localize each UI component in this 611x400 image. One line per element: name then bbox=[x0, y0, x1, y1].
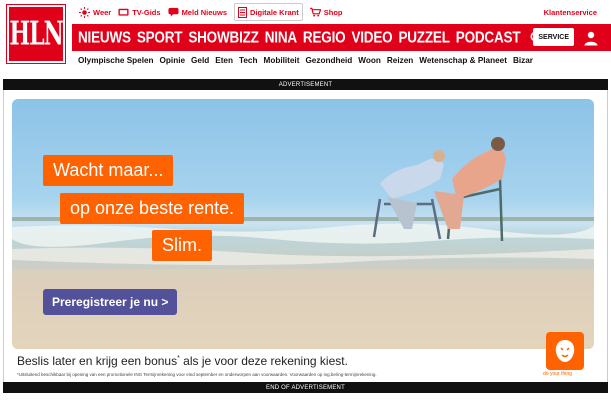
topbar-digitale-krant[interactable]: Digitale Krant bbox=[234, 3, 303, 21]
ad-headline-part-a: Beslis later en krijg een bonus bbox=[17, 354, 178, 368]
topbar-weer[interactable]: Weer bbox=[79, 0, 111, 24]
hln-logo[interactable]: HLN bbox=[7, 5, 65, 63]
topbar-tv-gids[interactable]: TV-Gids bbox=[118, 0, 161, 24]
ad-disclaimer: *Uitsluitend beschikbaar bij opening van… bbox=[17, 372, 377, 377]
chat-icon bbox=[168, 7, 179, 17]
ing-tagline: do your thing bbox=[543, 371, 572, 377]
subnav-bizar[interactable]: Bizar bbox=[513, 56, 533, 65]
nav-item-video[interactable]: VIDEO bbox=[351, 29, 392, 46]
subnav-wetenschap-planeet[interactable]: Wetenschap & Planeet bbox=[419, 56, 507, 65]
nav-item-podcast[interactable]: PODCAST bbox=[456, 29, 521, 46]
lion-icon bbox=[555, 340, 575, 362]
user-icon[interactable] bbox=[583, 30, 599, 46]
advertisement-label: ADVERTISEMENT bbox=[3, 79, 608, 90]
klantenservice-link[interactable]: Klantenservice bbox=[544, 0, 597, 24]
service-button[interactable]: SERVICE bbox=[533, 28, 574, 46]
subnav-olympische-spelen[interactable]: Olympische Spelen bbox=[78, 56, 154, 65]
topbar-tv-gids-label: TV-Gids bbox=[132, 7, 161, 17]
topbar-meld-nieuws-label: Meld Nieuws bbox=[181, 7, 227, 17]
subnav-woon[interactable]: Woon bbox=[358, 56, 381, 65]
ing-lion-logo[interactable] bbox=[546, 332, 584, 370]
subnav-geld[interactable]: Geld bbox=[191, 56, 209, 65]
ad-line-3: Slim. bbox=[152, 230, 212, 261]
ad-headline-part-b: als je voor deze rekening kiest. bbox=[179, 354, 348, 368]
topbar-shop[interactable]: Shop bbox=[309, 0, 343, 24]
cart-icon bbox=[309, 7, 321, 17]
topbar-meld-nieuws[interactable]: Meld Nieuws bbox=[168, 0, 227, 24]
preregister-button[interactable]: Preregistreer je nu > bbox=[43, 289, 178, 315]
nav-item-regio[interactable]: REGIO bbox=[303, 29, 346, 46]
top-utility-bar: Weer TV-Gids Meld Nieuws Digitale Krant … bbox=[72, 0, 611, 24]
sun-icon bbox=[79, 6, 90, 18]
sub-navigation: Olympische Spelen Opinie Geld Eten Tech … bbox=[72, 51, 611, 69]
nav-item-nieuws[interactable]: NIEUWS bbox=[78, 29, 131, 46]
nav-item-puzzel[interactable]: PUZZEL bbox=[398, 29, 450, 46]
nav-item-nina[interactable]: NINA bbox=[265, 29, 297, 46]
klantenservice-label: Klantenservice bbox=[543, 7, 597, 17]
logo-text: HLN bbox=[9, 14, 63, 54]
subnav-reizen[interactable]: Reizen bbox=[387, 56, 413, 65]
service-button-label: SERVICE bbox=[538, 33, 569, 41]
subnav-opinie[interactable]: Opinie bbox=[160, 56, 185, 65]
subnav-mobiliteit[interactable]: Mobiliteit bbox=[264, 56, 300, 65]
subnav-tech[interactable]: Tech bbox=[239, 56, 258, 65]
topbar-shop-label: Shop bbox=[323, 7, 343, 17]
topbar-weer-label: Weer bbox=[93, 7, 112, 17]
ad-headline: Beslis later en krijg een bonus* als je … bbox=[17, 354, 348, 368]
ad-line-2: op onze beste rente. bbox=[60, 193, 245, 224]
page: HLN Weer TV-Gids Meld Nieuws Digitale Kr… bbox=[0, 0, 611, 400]
nav-item-sport[interactable]: SPORT bbox=[137, 29, 183, 46]
ad-line-1: Wacht maar... bbox=[43, 155, 174, 186]
tv-icon bbox=[118, 8, 129, 16]
main-navigation: NIEUWS SPORT SHOWBIZZ NINA REGIO VIDEO P… bbox=[72, 24, 611, 51]
nav-item-showbizz[interactable]: SHOWBIZZ bbox=[188, 29, 259, 46]
subnav-eten[interactable]: Eten bbox=[215, 56, 233, 65]
topbar-digitale-krant-label: Digitale Krant bbox=[250, 7, 299, 17]
newspaper-icon bbox=[238, 6, 247, 18]
subnav-gezondheid[interactable]: Gezondheid bbox=[305, 56, 352, 65]
end-of-advertisement-label: END OF ADVERTISEMENT bbox=[3, 382, 608, 393]
